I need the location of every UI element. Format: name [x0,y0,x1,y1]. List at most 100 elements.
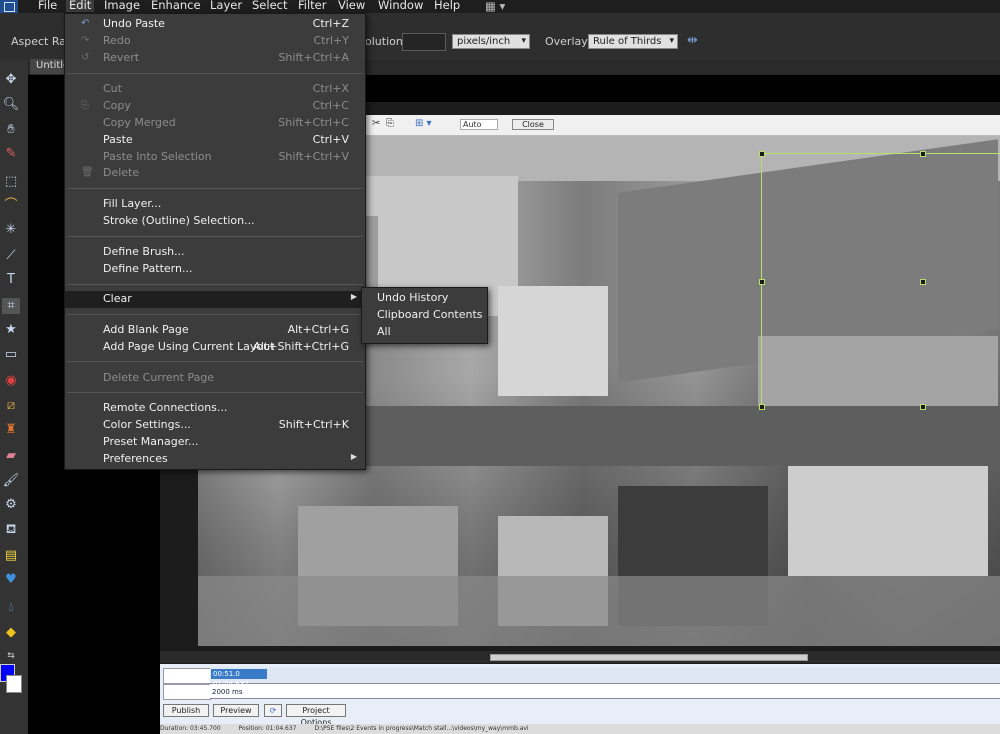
trash-icon: 🗑︎ [81,167,94,178]
menu-item-stroke-selection[interactable]: Stroke (Outline) Selection... [65,213,365,230]
menu-image[interactable]: Image [104,0,140,12]
menu-separator [67,314,363,315]
menu-item-preset-manager[interactable]: Preset Manager... [65,434,365,451]
menu-layer[interactable]: Layer [210,0,242,12]
gradient-tool-icon[interactable]: ▤ [2,548,20,564]
crop-selection-box[interactable] [761,153,1000,408]
menu-filter[interactable]: Filter [298,0,326,12]
status-position: Position: 01:04.637 [238,725,297,732]
crop-handle-bottom[interactable] [920,404,926,410]
zoom-tool-icon[interactable]: 🔍︎ [2,97,20,113]
menu-item-redo[interactable]: ↷ Redo Ctrl+Y [65,33,365,50]
menu-item-copy-merged[interactable]: Copy Merged Shift+Ctrl+C [65,115,365,132]
menu-file[interactable]: File [38,0,57,12]
clone-stamp-tool-icon[interactable]: ♜ [2,422,20,438]
menu-enhance[interactable]: Enhance [151,0,201,12]
hand-tool-icon[interactable]: ✋︎ [2,122,20,138]
timeline-duration-label: 2000 ms [212,688,243,696]
blur-tool-icon[interactable]: 💧︎ [2,600,20,616]
timeline-track[interactable] [210,684,1000,699]
crop-handle-center[interactable] [920,279,926,285]
sponge-tool-icon[interactable]: ◆ [2,625,20,641]
menu-item-remote-connections[interactable]: Remote Connections... [65,400,365,417]
resolution-unit-select[interactable]: pixels/inch [452,34,530,49]
smart-brush-tool-icon[interactable]: ⚙ [2,497,20,513]
lasso-tool-icon[interactable]: ⌒ [2,198,20,214]
selection-brush-tool-icon[interactable]: ⟋ [2,248,20,264]
resolution-input[interactable] [402,33,446,51]
menu-item-add-page-current-layout[interactable]: Add Page Using Current Layout Alt+Shift+… [65,339,365,356]
workspace-switcher-icon[interactable]: ▦ ▾ [485,0,505,13]
timeline-label-box [163,668,211,684]
submenu-item-all[interactable]: All [377,325,391,338]
menu-separator [67,236,363,237]
menu-item-define-brush[interactable]: Define Brush... [65,244,365,261]
crop-tool-icon[interactable]: ⌗ [2,298,20,314]
app-logo-icon [0,0,18,13]
timeline-current-time: 00:51.0 01:04.637 [211,669,267,688]
healing-brush-tool-icon[interactable]: ⧄ [2,398,20,414]
flip-crop-icon[interactable]: ⇹ [687,33,698,48]
snapshot-icon[interactable]: ⎘ [386,118,394,129]
crop-handle-bottom-left[interactable] [759,404,765,410]
project-options-button[interactable]: Project Options [286,704,346,727]
menu-item-color-settings[interactable]: Color Settings... Shift+Ctrl+K [65,417,365,434]
swap-colors-icon[interactable]: ⇆ [2,648,20,664]
red-eye-tool-icon[interactable]: ◉ [2,373,20,389]
crop-handle-top-left[interactable] [759,151,765,157]
clear-submenu: Undo History Clipboard Contents All [361,287,488,344]
eyedropper-tool-icon[interactable]: ✎ [2,146,20,162]
crop-viewer-icon[interactable]: ✂ [372,118,380,129]
menu-item-copy[interactable]: ⎘ Copy Ctrl+C [65,98,365,115]
menu-item-clear[interactable]: Clear ▶ [65,291,365,308]
crop-handle-top[interactable] [920,151,926,157]
document-tab[interactable]: Untitle [30,59,69,74]
menu-help[interactable]: Help [434,0,460,12]
submenu-item-clipboard-contents[interactable]: Clipboard Contents [377,308,483,321]
copy-icon: ⎘ [81,100,89,111]
brush-tool-icon[interactable]: 🖌︎ [2,473,20,489]
submenu-item-undo-history[interactable]: Undo History [377,291,448,304]
menu-select[interactable]: Select [252,0,287,12]
overlay-select[interactable]: Rule of Thirds [588,34,678,49]
paint-bucket-tool-icon[interactable]: ⛾ [2,522,20,538]
menu-item-undo-paste[interactable]: ↶ Undo Paste Ctrl+Z [65,16,365,33]
magic-wand-tool-icon[interactable]: ✳ [2,222,20,238]
menu-item-delete[interactable]: 🗑︎ Delete [65,165,365,182]
menu-window[interactable]: Window [378,0,423,12]
undo-icon: ↶ [81,18,90,29]
marquee-tool-icon[interactable]: ⬚ [2,174,20,190]
background-color-swatch[interactable] [6,675,22,693]
move-tool-icon[interactable]: ✥ [2,72,20,88]
menu-item-define-pattern[interactable]: Define Pattern... [65,261,365,278]
menu-item-paste-into-selection[interactable]: Paste Into Selection Shift+Ctrl+V [65,149,365,166]
menu-item-revert[interactable]: ↺ Revert Shift+Ctrl+A [65,50,365,67]
menu-edit[interactable]: Edit [66,0,95,12]
menu-view[interactable]: View [338,0,365,12]
straighten-tool-icon[interactable]: ▭ [2,347,20,363]
menu-item-add-blank-page[interactable]: Add Blank Page Alt+Ctrl+G [65,322,365,339]
cookie-cutter-tool-icon[interactable]: ★ [2,322,20,338]
viewer-zoom-select[interactable]: Auto [460,119,498,130]
overlay-label: Overlay: [545,35,591,48]
publish-button[interactable]: Publish [163,704,209,717]
menu-item-paste[interactable]: Paste Ctrl+V [65,132,365,149]
menu-bar: File Edit Image Enhance Layer Select Fil… [0,0,1000,13]
menu-item-delete-current-page[interactable]: Delete Current Page [65,370,365,387]
menu-item-fill-layer[interactable]: Fill Layer... [65,196,365,213]
scrollbar-thumb[interactable] [490,654,808,661]
viewer-close-button[interactable]: Close [512,119,554,130]
revert-icon: ↺ [81,52,90,63]
timeline-ruler[interactable] [210,667,1000,684]
menu-separator [67,73,363,74]
refresh-icon[interactable]: ⟳ [264,704,282,717]
type-tool-icon[interactable]: T [2,272,20,288]
preview-button[interactable]: Preview [213,704,259,717]
grid-view-icon[interactable]: ⊞ ▾ [415,118,432,129]
menu-separator [67,284,363,285]
menu-item-preferences[interactable]: Preferences ▶ [65,451,365,468]
eraser-tool-icon[interactable]: ▰ [2,448,20,464]
crop-handle-left[interactable] [759,279,765,285]
custom-shape-tool-icon[interactable]: ♥ [2,572,20,588]
menu-item-cut[interactable]: Cut Ctrl+X [65,81,365,98]
